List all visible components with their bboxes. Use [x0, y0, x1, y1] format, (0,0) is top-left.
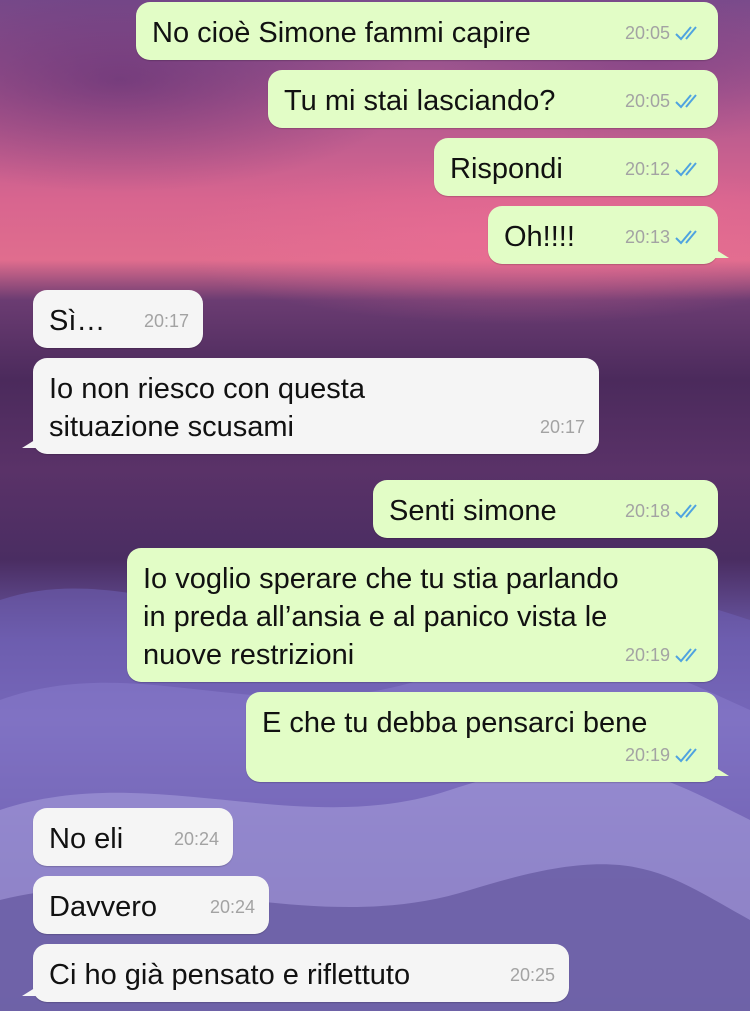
message-meta: 20:25 [510, 956, 555, 994]
message-text: No cioè Simone fammi capire [152, 17, 531, 49]
message-text: Io non riesco con questa situazione scus… [49, 373, 365, 443]
chat-thread[interactable]: No cioè Simone fammi capire 20:05 Tu mi … [0, 0, 750, 1011]
message-meta: 20:19 [625, 736, 704, 774]
message-bubble-incoming[interactable]: Sì… 20:17 [33, 290, 203, 348]
message-time: 20:13 [624, 227, 670, 247]
message-bubble-incoming[interactable]: Davvero 20:24 [33, 876, 269, 934]
double-check-icon [675, 648, 697, 663]
message-bubble-outgoing[interactable]: Rispondi 20:12 [434, 138, 718, 196]
message-time: 20:12 [624, 159, 670, 179]
message-time: 20:05 [624, 91, 670, 111]
message-bubble-incoming[interactable]: Ci ho già pensato e riflettuto 20:25 [22, 944, 569, 1002]
message-time: 20:24 [173, 829, 219, 849]
message-meta: 20:05 [625, 14, 704, 52]
double-check-icon [675, 748, 697, 763]
message-meta: 20:13 [625, 218, 704, 256]
message-time: 20:17 [539, 417, 585, 437]
message-bubble-outgoing[interactable]: Io voglio sperare che tu stia parlando i… [127, 548, 718, 682]
message-bubble-outgoing[interactable]: No cioè Simone fammi capire 20:05 [136, 2, 718, 60]
message-meta: 20:24 [210, 888, 255, 926]
double-check-icon [675, 504, 697, 519]
message-meta: 20:17 [540, 408, 585, 446]
message-time: 20:18 [624, 501, 670, 521]
message-meta: 20:18 [625, 492, 704, 530]
double-check-icon [675, 26, 697, 41]
message-text: Io voglio sperare che tu stia parlando i… [143, 563, 619, 671]
message-meta: 20:05 [625, 82, 704, 120]
message-meta: 20:12 [625, 150, 704, 188]
message-bubble-outgoing[interactable]: E che tu debba pensarci bene 20:19 [246, 692, 729, 782]
message-bubble-incoming[interactable]: Io non riesco con questa situazione scus… [22, 358, 599, 454]
message-time: 20:19 [624, 645, 670, 665]
message-time: 20:17 [143, 311, 189, 331]
message-meta: 20:19 [625, 636, 704, 674]
message-time: 20:25 [509, 965, 555, 985]
message-time: 20:19 [624, 745, 670, 765]
message-bubble-outgoing[interactable]: Tu mi stai lasciando? 20:05 [268, 70, 718, 128]
double-check-icon [675, 230, 697, 245]
message-bubble-outgoing[interactable]: Senti simone 20:18 [373, 480, 718, 538]
message-bubble-incoming[interactable]: No eli 20:24 [33, 808, 233, 866]
message-time: 20:05 [624, 23, 670, 43]
double-check-icon [675, 162, 697, 177]
message-time: 20:24 [209, 897, 255, 917]
double-check-icon [675, 94, 697, 109]
message-meta: 20:17 [144, 302, 189, 340]
message-text: Ci ho già pensato e riflettuto [49, 959, 411, 991]
message-bubble-outgoing[interactable]: Oh!!!! 20:13 [488, 206, 729, 264]
message-meta: 20:24 [174, 820, 219, 858]
